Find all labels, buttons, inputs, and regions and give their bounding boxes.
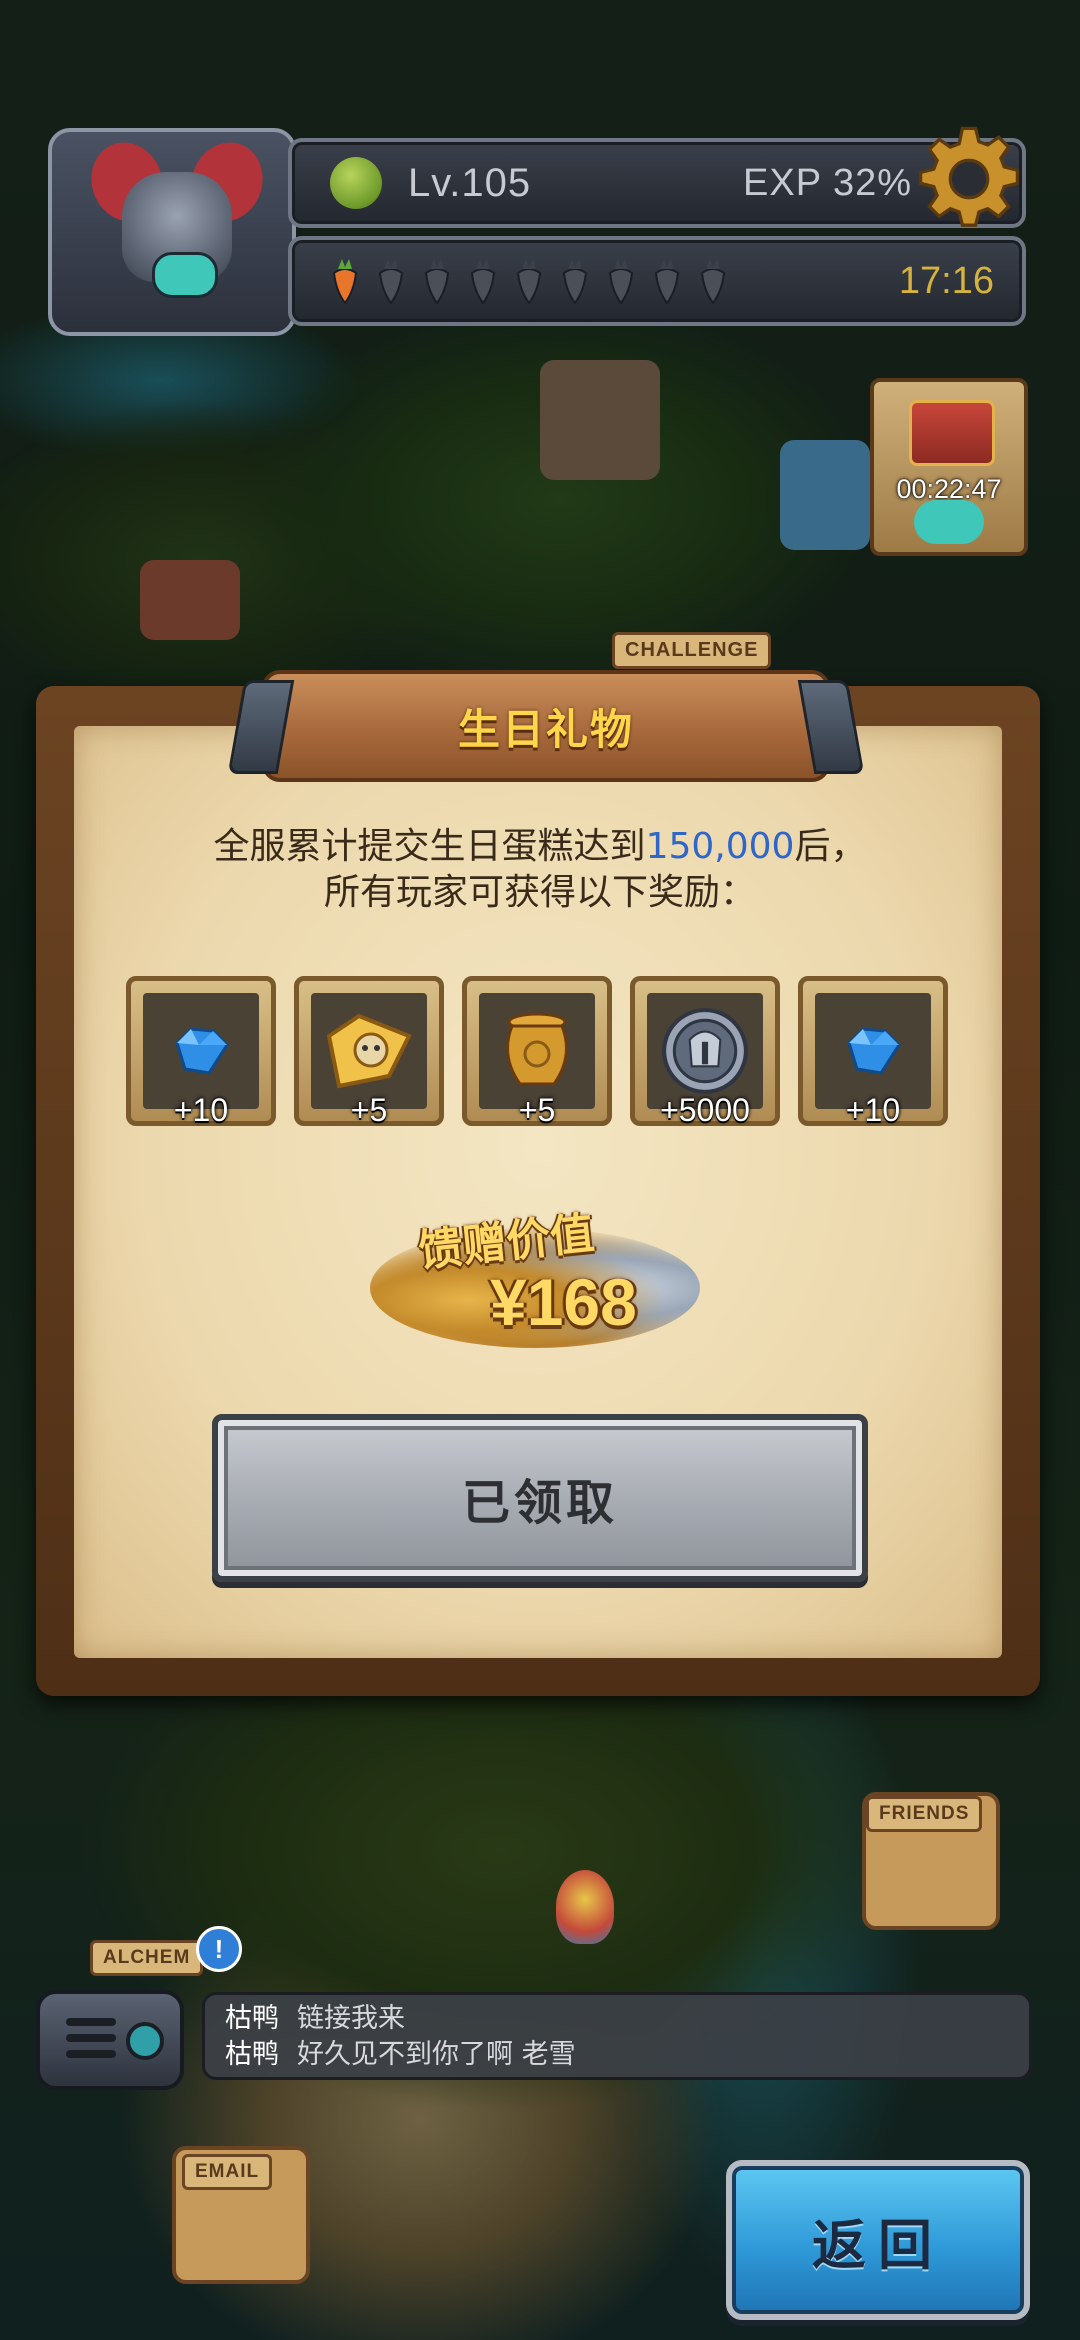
puzzle-piece-icon [326, 1013, 412, 1089]
reward-list: +10 +5 +5 +5000 +10 [126, 976, 948, 1128]
energy-timer: 17:16 [898, 259, 994, 302]
carrot-full-icon [332, 259, 358, 305]
map-building-house[interactable] [140, 560, 240, 640]
map-label-friends[interactable]: FRIENDS [866, 1796, 983, 1832]
chest-mascot [914, 500, 984, 544]
reward-qty: +5000 [660, 1092, 750, 1128]
blue-gem-icon [175, 1027, 229, 1075]
chat-message: 枯鸭 链接我来 [225, 2001, 1009, 2037]
desc-line-2: 所有玩家可获得以下奖励： [323, 872, 756, 913]
gift-value-amount: ¥168 [490, 1265, 637, 1339]
treasure-chest-icon [909, 400, 995, 466]
chat-radio-icon[interactable] [36, 1990, 184, 2090]
map-label-email[interactable]: EMAIL [182, 2154, 273, 2190]
level-text: Lv.105 [408, 160, 532, 205]
reward-qty: +5 [350, 1092, 388, 1128]
timed-chest[interactable]: 00:22:47 [870, 378, 1028, 556]
chat-text: 链接我来 [297, 2003, 405, 2034]
settings-gear-icon[interactable] [914, 124, 1024, 234]
back-button[interactable]: 返回 [726, 2160, 1030, 2320]
player-avatar[interactable] [48, 128, 296, 336]
gift-value-badge: 馈赠价值 ¥168 [360, 1188, 740, 1368]
chat-user: 枯鸭 [225, 2039, 279, 2070]
alert-badge-icon[interactable]: ! [196, 1926, 242, 1972]
chat-panel[interactable]: 枯鸭 链接我来 枯鸭 好久见不到你了啊 老雪 [36, 1990, 1036, 2090]
carrot-empty-icon [516, 259, 542, 305]
silver-coin-icon [662, 1008, 748, 1094]
dialog-title-plank: 生日礼物 [262, 670, 830, 782]
carrot-empty-icon [562, 259, 588, 305]
golden-pot-icon [506, 1012, 568, 1086]
energy-bar: 17:16 [288, 236, 1026, 326]
reward-item[interactable]: +10 [126, 976, 276, 1128]
carrot-empty-icon [654, 259, 680, 305]
map-label-challenge[interactable]: CHALLENGE [612, 632, 772, 669]
map-building-tower[interactable] [540, 360, 660, 480]
hot-air-balloon [556, 1870, 614, 1944]
desc-line-1: 全服累计提交生日蛋糕达到150,000后， [0, 824, 1080, 870]
desc-text: 后， [794, 826, 867, 867]
dialog-title: 生日礼物 [457, 704, 634, 754]
carrot-empty-icon [700, 259, 726, 305]
reward-item[interactable]: +5 [294, 976, 444, 1128]
exp-text: EXP 32% [743, 161, 912, 204]
reward-qty: +5 [518, 1092, 556, 1128]
carrot-energy-row [324, 257, 734, 305]
dialog-description: 全服累计提交生日蛋糕达到150,000后， 所有玩家可获得以下奖励： [0, 824, 1080, 916]
map-label-alchemy[interactable]: ALCHEM [90, 1940, 204, 1976]
chat-user: 枯鸭 [225, 2003, 279, 2034]
avatar-face [152, 252, 218, 298]
level-leaf-icon [330, 157, 382, 209]
carrot-empty-icon [470, 259, 496, 305]
reward-qty: +10 [845, 1092, 901, 1128]
blue-gem-icon [847, 1027, 901, 1075]
reward-item[interactable]: +5 [462, 976, 612, 1128]
carrot-empty-icon [424, 259, 450, 305]
target-count: 150,000 [645, 826, 795, 867]
desc-text: 全服累计提交生日蛋糕达到 [213, 826, 646, 867]
reward-item[interactable]: +5000 [630, 976, 780, 1128]
claimed-button[interactable]: 已领取 [212, 1414, 868, 1582]
chat-text: 好久见不到你了啊 老雪 [297, 2039, 576, 2070]
carrot-empty-icon [378, 259, 404, 305]
chat-message: 枯鸭 好久见不到你了啊 老雪 [225, 2037, 1009, 2073]
carrot-empty-icon [608, 259, 634, 305]
reward-item[interactable]: +10 [798, 976, 948, 1128]
chat-message-box[interactable]: 枯鸭 链接我来 枯鸭 好久见不到你了啊 老雪 [202, 1992, 1032, 2080]
reward-qty: +10 [173, 1092, 229, 1128]
claimed-button-label: 已领取 [461, 1475, 618, 1531]
map-building-shrine[interactable] [780, 440, 870, 550]
back-button-label: 返回 [812, 2213, 944, 2277]
